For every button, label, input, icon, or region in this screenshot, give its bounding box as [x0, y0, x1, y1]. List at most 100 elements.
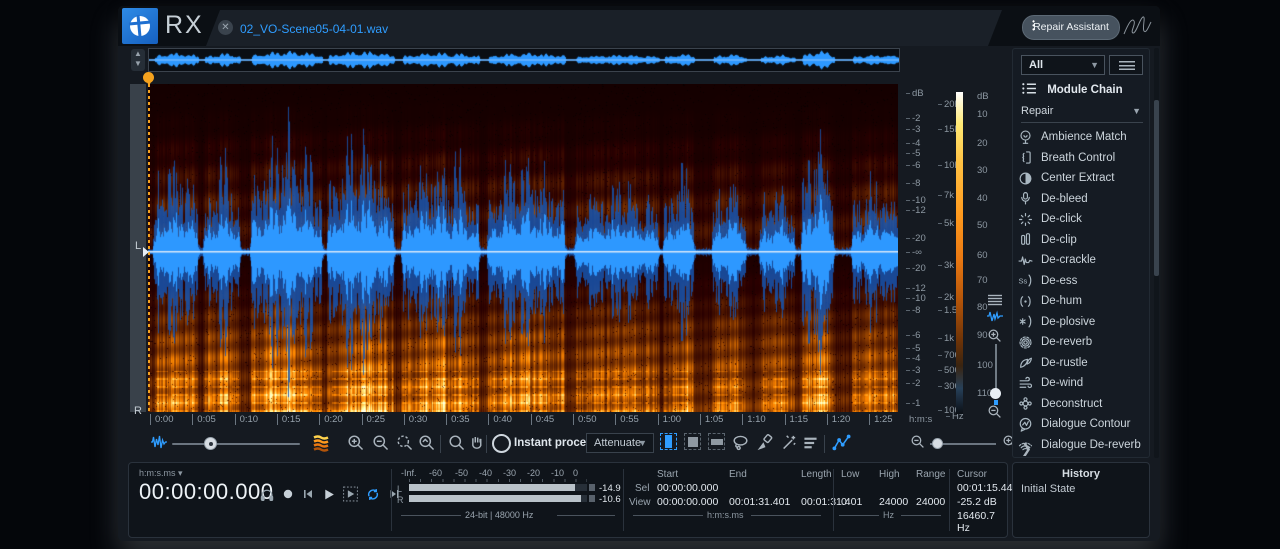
- timeline-tick: 1:20: [827, 414, 851, 425]
- timeline-tick: 1:10: [742, 414, 766, 425]
- module-chain-icon: [1021, 81, 1037, 96]
- sel-row-label: Sel: [635, 483, 649, 494]
- time-selection-tool[interactable]: [660, 433, 677, 450]
- scale-tick: dB: [977, 91, 989, 102]
- lane-resize-widget[interactable]: ▲▼: [131, 49, 145, 71]
- playhead-pin[interactable]: [143, 72, 154, 83]
- record-button[interactable]: [281, 487, 295, 501]
- amplitude-scale: dB-2-3-4-5-6-8-10-12-20-∞-20-12-10-8-6-5…: [904, 86, 934, 416]
- waveform-blend-icon[interactable]: [986, 310, 1004, 323]
- repair-section-header[interactable]: Repair▼: [1021, 105, 1143, 123]
- module-item-ambience-match[interactable]: Ambience Match: [1017, 127, 1145, 147]
- tab-close-icon[interactable]: ✕: [218, 20, 233, 35]
- scale-tick: 70: [977, 275, 988, 286]
- brush-tool-icon[interactable]: [756, 434, 773, 451]
- zoom-in-vertical-icon[interactable]: [987, 328, 1002, 343]
- module-item-de-plosive[interactable]: De-plosive: [1017, 312, 1145, 332]
- file-tab[interactable]: ✕ 02_VO-Scene05-04-01.wav: [206, 10, 1002, 46]
- channel-label-right: R: [130, 405, 146, 417]
- module-item-de-hum[interactable]: De-hum: [1017, 291, 1145, 311]
- go-to-start-button[interactable]: [301, 487, 315, 501]
- module-item-de-clip[interactable]: De-clip: [1017, 230, 1145, 250]
- crackle-icon: [1017, 253, 1033, 268]
- timeline-tick: 1:15: [785, 414, 809, 425]
- meter-clip-l: [589, 484, 595, 491]
- lasso-tool-icon[interactable]: [732, 434, 749, 451]
- scale-tick: 30: [977, 165, 988, 176]
- breath-icon: [1017, 150, 1033, 165]
- h-zoom-knob[interactable]: [932, 438, 943, 449]
- instant-process-toggle[interactable]: [492, 434, 511, 453]
- vertical-zoom-knob[interactable]: [990, 388, 1001, 399]
- reverb-icon: [1017, 335, 1033, 350]
- module-item-de-reverb[interactable]: De-reverb: [1017, 332, 1145, 352]
- view-end-value[interactable]: 00:01:31.401: [729, 496, 790, 508]
- hand-tool-icon[interactable]: [468, 434, 485, 451]
- module-chain-item[interactable]: Module Chain: [1021, 81, 1143, 101]
- magnify-tool-icon[interactable]: [448, 434, 465, 451]
- hum-icon: [1017, 294, 1033, 309]
- scrollbar-thumb[interactable]: [1154, 100, 1159, 276]
- view-length-value[interactable]: 00:01:31.401: [801, 496, 862, 508]
- zoom-out-vertical-icon[interactable]: [987, 404, 1002, 419]
- module-item-breath-control[interactable]: Breath Control: [1017, 148, 1145, 168]
- play-selection-button[interactable]: [342, 486, 359, 502]
- wave-spectro-blend-slider[interactable]: [172, 443, 300, 445]
- zoom-reset-icon[interactable]: [418, 434, 435, 451]
- zoom-out-icon[interactable]: [372, 434, 389, 451]
- time-frequency-selection-tool[interactable]: [684, 433, 701, 450]
- panel-menu-button[interactable]: [1109, 55, 1143, 75]
- zoom-in-icon[interactable]: [347, 434, 364, 451]
- spectrogram-legend-bar: [956, 92, 963, 414]
- freq-low-value[interactable]: 0: [841, 496, 847, 508]
- spectrogram-canvas[interactable]: [148, 84, 898, 412]
- magic-wand-tool-icon[interactable]: [780, 434, 797, 451]
- sel-start-value[interactable]: 00:00:00.000: [657, 482, 718, 494]
- scale-tick: -8: [912, 305, 920, 316]
- module-item-de-crackle[interactable]: De-crackle: [1017, 250, 1145, 270]
- module-item-dialogue-contour[interactable]: Dialogue Contour: [1017, 414, 1145, 434]
- frequency-selection-tool[interactable]: [708, 433, 725, 450]
- module-item-de-wind[interactable]: De-wind: [1017, 373, 1145, 393]
- panel-expand-chevron[interactable]: ❯: [1021, 441, 1032, 457]
- waveform-overview[interactable]: [148, 48, 900, 72]
- module-item-de-bleed[interactable]: De-bleed: [1017, 189, 1145, 209]
- transport-controls: [259, 486, 402, 502]
- meter-label-l: L: [397, 484, 402, 494]
- meter-ticks: [409, 479, 587, 482]
- timeline-tick: 0:15: [277, 414, 301, 425]
- history-item[interactable]: Initial State: [1021, 483, 1075, 495]
- flatten-tool-icon[interactable]: [802, 434, 819, 451]
- freq-range-value[interactable]: 24000: [916, 496, 945, 508]
- meter-fill-r: [409, 495, 581, 502]
- h-zoom-out-icon[interactable]: [910, 434, 925, 449]
- module-item-center-extract[interactable]: Center Extract: [1017, 168, 1145, 188]
- meter-fill-l: [409, 484, 575, 491]
- spectrogram-layers-icon[interactable]: [986, 294, 1004, 306]
- view-start-value[interactable]: 00:00:00.000: [657, 496, 718, 508]
- module-item-dialogue-de-reverb[interactable]: Dialogue De-reverb: [1017, 435, 1145, 455]
- monitor-headphones-icon[interactable]: [259, 487, 275, 502]
- module-item-deconstruct[interactable]: Deconstruct: [1017, 394, 1145, 414]
- tab-filename[interactable]: 02_VO-Scene05-04-01.wav: [240, 22, 388, 36]
- loop-playback-button[interactable]: [365, 487, 381, 502]
- module-item-de-ess[interactable]: SsDe-ess: [1017, 271, 1145, 291]
- modules-scrollbar[interactable]: [1154, 48, 1159, 458]
- module-item-de-rustle[interactable]: De-rustle: [1017, 353, 1145, 373]
- module-item-de-click[interactable]: De-click: [1017, 209, 1145, 229]
- instant-process-mode-dropdown[interactable]: Attenuate▼: [586, 433, 654, 453]
- module-filter-dropdown[interactable]: All▼: [1021, 55, 1105, 75]
- repair-assistant-button[interactable]: ••• Repair Assistant: [1022, 15, 1120, 40]
- play-button[interactable]: [321, 487, 336, 502]
- spectrogram-view-icon[interactable]: [312, 434, 330, 452]
- zoom-selection-icon[interactable]: [396, 434, 413, 451]
- timeline-ruler[interactable]: 0:000:050:100:150:200:250:300:350:400:45…: [148, 413, 928, 428]
- draw-curve-tool-icon[interactable]: [832, 434, 851, 452]
- meter-scale: -Inf.-60-50-40-30-20-100: [401, 468, 601, 478]
- freq-high-value[interactable]: 24000: [879, 496, 908, 508]
- rustle-icon: [1017, 355, 1033, 370]
- blend-slider-knob[interactable]: [204, 437, 217, 450]
- waveform-view-icon[interactable]: [150, 434, 168, 450]
- time-format-selector[interactable]: h:m:s.ms ▾: [139, 468, 183, 479]
- sel-header-length: Length: [801, 469, 832, 480]
